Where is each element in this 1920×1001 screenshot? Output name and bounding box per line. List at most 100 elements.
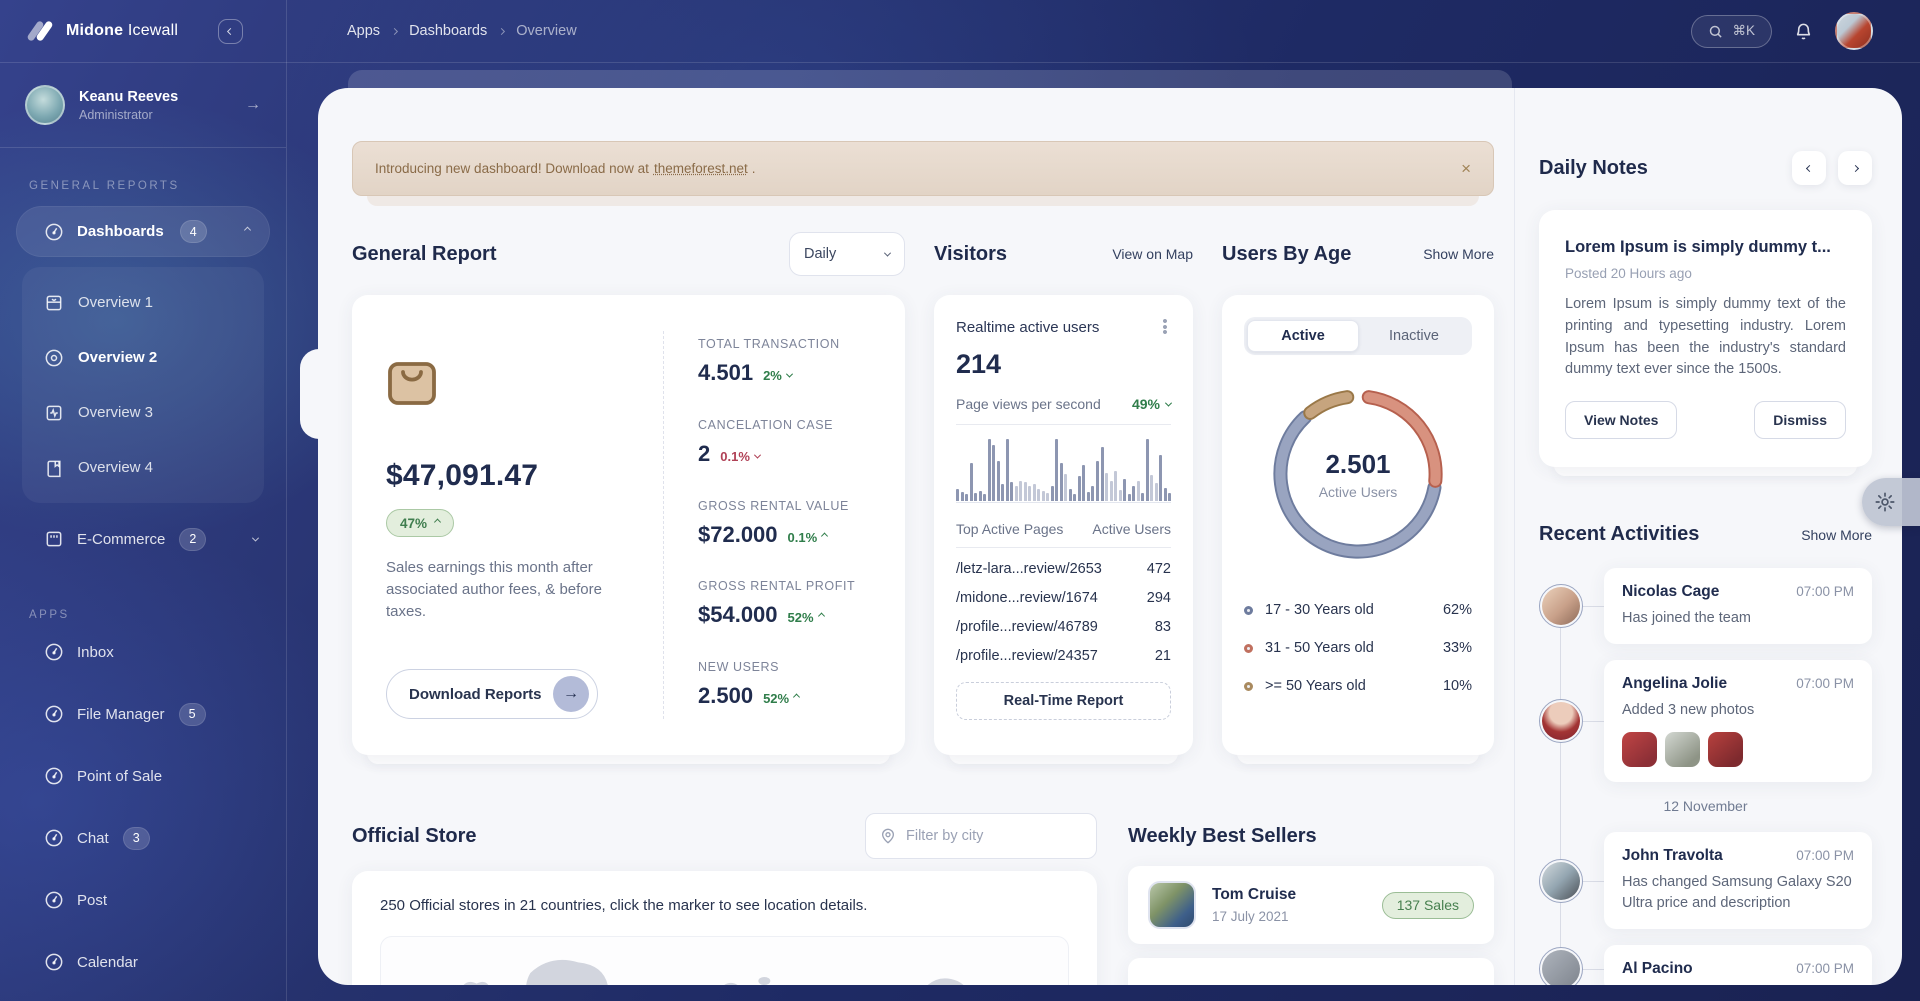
sidebar-item-ecommerce[interactable]: E-Commerce 2 (16, 517, 270, 561)
stat-delta[interactable]: 52% (788, 610, 825, 625)
bar (1145, 439, 1149, 502)
settings-button[interactable] (1862, 478, 1920, 526)
gauge-icon (44, 890, 64, 910)
delta-value: 49% (1131, 396, 1160, 413)
breadcrumb-apps[interactable]: Apps (347, 23, 380, 39)
activity-card[interactable]: Angelina Jolie 07:00 PM Added 3 new phot… (1604, 660, 1872, 783)
sidebar-item-overview-2[interactable]: Overview 2 (22, 330, 264, 385)
stat-value-row: $72.000 0.1% (698, 522, 871, 548)
view-on-map-link[interactable]: View on Map (1112, 246, 1193, 262)
page-path: /profile...review/46789 (956, 619, 1098, 636)
bar (1037, 489, 1041, 502)
donut-center: 2.501 Active Users (1261, 377, 1455, 571)
daily-notes-header: Daily Notes (1539, 150, 1872, 186)
search-icon (1710, 25, 1723, 38)
period-select[interactable]: Daily (789, 232, 905, 276)
sidebar-item-overview-1[interactable]: Overview 1 (22, 275, 264, 330)
sidebar-item-file-manager[interactable]: File Manager 5 (16, 683, 270, 745)
themeforest-link[interactable]: themeforest.net (654, 161, 748, 176)
filter-by-city-input[interactable]: Filter by city (865, 813, 1097, 859)
chevron-up-icon (817, 612, 825, 620)
weekly-sellers-column: Tom Cruise 17 July 2021 137 Sales (1128, 859, 1494, 985)
breadcrumb-dashboards[interactable]: Dashboards (409, 23, 487, 39)
search-shortcut: ⌘K (1732, 23, 1755, 38)
activities-show-more-link[interactable]: Show More (1801, 527, 1872, 543)
map-pin-icon (881, 828, 895, 844)
photo-thumbnail[interactable] (1708, 732, 1743, 768)
stat-delta[interactable]: 0.1% (720, 449, 761, 464)
activity-name: Nicolas Cage (1622, 583, 1720, 600)
chevron-down-icon (785, 370, 793, 378)
seller-card[interactable]: Tom Cruise 17 July 2021 137 Sales (1128, 866, 1494, 944)
activity-card[interactable]: Al Pacino 07:00 PM (1604, 945, 1872, 985)
avatar (1539, 947, 1583, 985)
photo-thumbnails (1622, 732, 1854, 768)
profile-arrow-icon[interactable]: → (245, 96, 261, 114)
download-reports-button[interactable]: Download Reports → (386, 669, 598, 719)
sidebar-item-point-of-sale[interactable]: Point of Sale (16, 745, 270, 807)
active-page-row[interactable]: /profile...review/46789 83 (956, 619, 1171, 635)
store-note: 250 Official stores in 21 countries, cli… (380, 897, 868, 914)
top-bar: Midone Icewall Apps Dashboards Overview … (0, 0, 1920, 63)
note-body: Lorem Ipsum is simply dummy text of the … (1565, 296, 1846, 378)
sidebar-item-chat[interactable]: Chat 3 (16, 807, 270, 869)
photo-thumbnail[interactable] (1665, 732, 1700, 768)
active-page-row[interactable]: /letz-lara...review/2653 472 (956, 561, 1171, 577)
earnings-change-badge[interactable]: 47% (386, 509, 455, 537)
sales-badge[interactable]: 137 Sales (1381, 891, 1474, 919)
activity-card[interactable]: John Travolta 07:00 PM Has changed Samsu… (1604, 832, 1872, 930)
sidebar-item-overview-4[interactable]: Overview 4 (22, 440, 264, 495)
earnings-description: Sales earnings this month after associat… (386, 559, 602, 620)
notes-next-button[interactable] (1838, 151, 1872, 185)
bar (1041, 491, 1045, 502)
world-map[interactable] (380, 936, 1069, 985)
tab-active[interactable]: Active (1247, 320, 1359, 352)
sidebar-item-post[interactable]: Post (16, 869, 270, 931)
bar (1123, 479, 1127, 502)
gauge-icon (44, 642, 64, 662)
page-users: 472 (1146, 561, 1171, 578)
sidebar: Keanu Reeves Administrator → GENERAL REP… (0, 63, 286, 1001)
dashboards-submenu: Overview 1 Overview 2 Overview 3 Overvie… (22, 267, 264, 503)
stat-value: $72.000 (698, 521, 778, 547)
photo-thumbnail[interactable] (1622, 732, 1657, 768)
bar (1118, 490, 1122, 502)
stat-delta[interactable]: 0.1% (788, 530, 829, 545)
sidebar-item-calendar[interactable]: Calendar (16, 931, 270, 993)
tab-inactive[interactable]: Inactive (1359, 320, 1469, 352)
chevron-right-icon (498, 27, 506, 35)
legend-row: >= 50 Years old 10% (1244, 667, 1472, 705)
activity-name: John Travolta (1622, 847, 1723, 865)
sidebar-profile[interactable]: Keanu Reeves Administrator → (0, 63, 286, 148)
dismiss-button[interactable]: Dismiss (1754, 401, 1846, 439)
active-page-row[interactable]: /profile...review/24357 21 (956, 648, 1171, 664)
search-button[interactable]: ⌘K (1691, 14, 1772, 48)
sidebar-item-overview-3[interactable]: Overview 3 (22, 385, 264, 440)
stat-delta[interactable]: 52% (763, 691, 801, 706)
active-pages-table-header: Top Active Pages Active Users (956, 521, 1171, 549)
legend-label: 31 - 50 Years old (1265, 640, 1374, 656)
kebab-menu-icon[interactable]: • • • (1159, 314, 1171, 340)
active-users-label: Active Users (1318, 483, 1398, 500)
content-stack-strip (348, 70, 1512, 88)
page-views-delta[interactable]: 49% (1131, 396, 1173, 413)
breadcrumb-overview: Overview (516, 23, 577, 39)
stat-label: GROSS RENTAL PROFIT (698, 579, 856, 594)
sidebar-item-inbox[interactable]: Inbox (16, 621, 270, 683)
sidebar-item-dashboards[interactable]: Dashboards 4 (16, 206, 270, 257)
activity-time: 07:00 PM (1796, 961, 1854, 977)
active-page-row[interactable]: /midone...review/1674 294 (956, 590, 1171, 606)
bar (1019, 481, 1023, 502)
stat-delta[interactable]: 2% (763, 368, 793, 383)
realtime-report-button[interactable]: Real-Time Report (956, 682, 1171, 721)
notes-prev-button[interactable] (1792, 151, 1826, 185)
banner-close-icon[interactable]: × (1461, 159, 1471, 179)
bar (1114, 471, 1118, 502)
activity-card[interactable]: Nicolas Cage 07:00 PM Has joined the tea… (1604, 568, 1872, 645)
notifications-button[interactable] (1794, 22, 1813, 41)
users-show-more-link[interactable]: Show More (1423, 246, 1494, 262)
view-notes-button[interactable]: View Notes (1565, 401, 1678, 439)
user-avatar[interactable] (1835, 12, 1873, 50)
sidebar-collapse-button[interactable] (218, 18, 244, 44)
bar (1014, 486, 1018, 502)
